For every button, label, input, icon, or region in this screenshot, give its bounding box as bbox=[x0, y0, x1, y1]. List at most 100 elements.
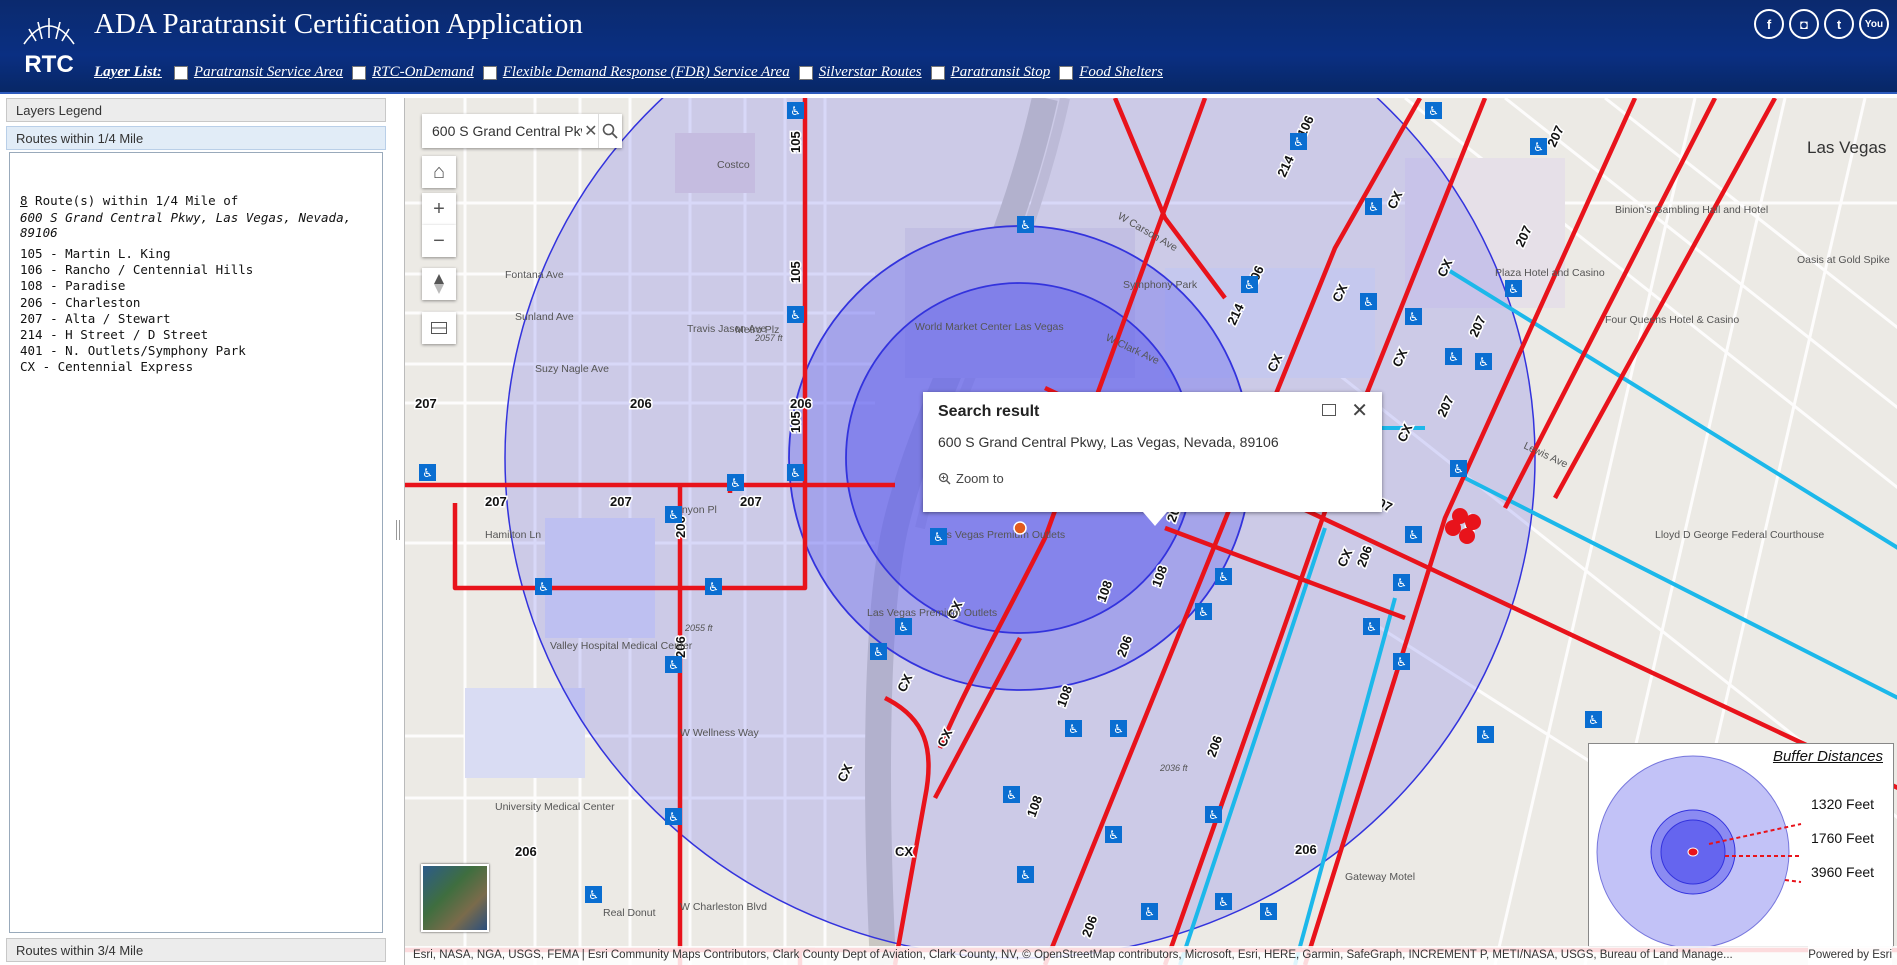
youtube-icon[interactable]: You bbox=[1859, 9, 1889, 39]
panel-splitter[interactable] bbox=[396, 520, 400, 540]
stop-icon: ♿ bbox=[1585, 711, 1602, 728]
checkbox[interactable] bbox=[173, 65, 188, 80]
search-result-popup: Search result ✕ 600 S Grand Central Pkwy… bbox=[923, 392, 1382, 526]
layers-legend-header[interactable]: Layers Legend bbox=[6, 98, 386, 122]
svg-text:♿: ♿ bbox=[1428, 104, 1439, 118]
place-label-valley-hospital: Valley Hospital Medical Center bbox=[550, 640, 693, 652]
route-label-105: 105 bbox=[788, 411, 803, 433]
svg-text:♿: ♿ bbox=[1366, 620, 1377, 634]
stop-icon: ♿ bbox=[1215, 893, 1232, 910]
layer-toggle-paratransit-service-area[interactable]: Paratransit Service Area bbox=[173, 64, 343, 81]
list-item: 206 - Charleston bbox=[20, 294, 141, 310]
layer-list: Layer List: Paratransit Service Area RTC… bbox=[94, 64, 1172, 81]
svg-text:♿: ♿ bbox=[1208, 808, 1219, 822]
checkbox[interactable] bbox=[1059, 65, 1074, 80]
route-label-105: 105 bbox=[788, 131, 803, 153]
svg-text:♿: ♿ bbox=[730, 476, 741, 490]
checkbox[interactable] bbox=[352, 65, 367, 80]
stop-icon: ♿ bbox=[665, 656, 682, 673]
search-icon[interactable] bbox=[597, 114, 622, 148]
routes-quarter-mile-header[interactable]: Routes within 1/4 Mile bbox=[6, 126, 386, 150]
place-label-gold-spike: Oasis at Gold Spike bbox=[1797, 254, 1890, 266]
svg-text:♿: ♿ bbox=[1453, 462, 1464, 476]
zoom-in-button[interactable]: + bbox=[422, 193, 456, 225]
svg-text:♿: ♿ bbox=[1293, 135, 1304, 149]
compass-icon[interactable] bbox=[422, 268, 456, 300]
home-icon[interactable]: ⌂ bbox=[422, 156, 456, 188]
layer-toggle-silverstar-routes[interactable]: Silverstar Routes bbox=[798, 64, 922, 81]
map-view[interactable]: 105 105 105 207 206 206 207 207 207 206 … bbox=[404, 98, 1897, 965]
svg-text:♿: ♿ bbox=[1263, 905, 1274, 919]
list-item: CX - Centennial Express bbox=[20, 359, 194, 375]
zoom-out-button[interactable]: − bbox=[422, 225, 456, 257]
stop-icon: ♿ bbox=[1195, 603, 1212, 620]
stop-icon: ♿ bbox=[535, 578, 552, 595]
place-label-wellness-way: W Wellness Way bbox=[680, 727, 760, 739]
instagram-icon[interactable]: ◘ bbox=[1789, 9, 1819, 39]
basemap-toggle-icon[interactable] bbox=[422, 312, 456, 344]
route-label-206: 206 bbox=[630, 396, 652, 411]
basemap-gallery-thumbnail[interactable] bbox=[421, 864, 489, 932]
search-address: 600 S Grand Central Pkwy, Las Vegas, Nev… bbox=[20, 210, 352, 240]
stop-icon: ♿ bbox=[1241, 276, 1258, 293]
svg-text:♿: ♿ bbox=[1218, 895, 1229, 909]
stop-icon: ♿ bbox=[1393, 574, 1410, 591]
layer-toggle-paratransit-stop[interactable]: Paratransit Stop bbox=[930, 64, 1050, 81]
buffer-label-1760: 1760 Feet bbox=[1811, 830, 1875, 846]
checkbox[interactable] bbox=[482, 65, 497, 80]
popup-title: Search result bbox=[938, 403, 1040, 420]
map-attribution: Esri, NASA, NGA, USGS, FEMA | Esri Commu… bbox=[405, 946, 1897, 965]
powered-by-esri[interactable]: Powered by Esri bbox=[1808, 946, 1892, 965]
stop-icon: ♿ bbox=[665, 506, 682, 523]
stop-icon: ♿ bbox=[787, 102, 804, 119]
stop-icon: ♿ bbox=[1003, 786, 1020, 803]
svg-text:♿: ♿ bbox=[873, 645, 884, 659]
route-label-206: 206 bbox=[515, 844, 537, 859]
twitter-icon[interactable]: t bbox=[1824, 9, 1854, 39]
svg-text:♿: ♿ bbox=[1218, 570, 1229, 584]
stop-icon: ♿ bbox=[1141, 903, 1158, 920]
app-title: ADA Paratransit Certification Applicatio… bbox=[94, 8, 583, 40]
route-label-206: 206 bbox=[790, 396, 812, 411]
left-panel: Layers Legend Routes within 1/4 Mile 8 R… bbox=[6, 98, 386, 965]
svg-text:♿: ♿ bbox=[1363, 295, 1374, 309]
elevation-label: 2057 ft bbox=[754, 333, 783, 343]
checkbox[interactable] bbox=[798, 65, 813, 80]
place-label-umc: University Medical Center bbox=[495, 801, 615, 813]
layer-toggle-rtc-ondemand[interactable]: RTC-OnDemand bbox=[352, 64, 474, 81]
svg-text:♿: ♿ bbox=[1478, 355, 1489, 369]
svg-text:RTC: RTC bbox=[24, 51, 73, 78]
map-search-widget[interactable]: ✕ bbox=[422, 114, 622, 148]
stop-icon: ♿ bbox=[1290, 133, 1307, 150]
zoom-to-button[interactable]: Zoom to bbox=[938, 471, 1004, 486]
close-icon[interactable]: ✕ bbox=[584, 121, 598, 141]
stop-icon: ♿ bbox=[1215, 568, 1232, 585]
layer-toggle-food-shelters[interactable]: Food Shelters bbox=[1059, 64, 1163, 81]
svg-text:♿: ♿ bbox=[1448, 350, 1459, 364]
stop-icon: ♿ bbox=[727, 474, 744, 491]
place-label-plaza: Plaza Hotel and Casino bbox=[1495, 267, 1605, 279]
svg-text:♿: ♿ bbox=[1368, 200, 1379, 214]
close-icon[interactable]: ✕ bbox=[1351, 398, 1368, 423]
buffer-legend-graphic bbox=[1596, 755, 1802, 948]
layer-toggle-fdr-service-area[interactable]: Flexible Demand Response (FDR) Service A… bbox=[482, 64, 790, 81]
search-location-marker[interactable] bbox=[1013, 521, 1027, 535]
routes-three-quarter-mile-header[interactable]: Routes within 3/4 Mile bbox=[6, 938, 386, 962]
svg-text:♿: ♿ bbox=[668, 810, 679, 824]
stop-icon: ♿ bbox=[787, 306, 804, 323]
rtc-logo[interactable]: RTC bbox=[18, 10, 80, 82]
layer-list-title: Layer List: bbox=[94, 64, 162, 80]
svg-text:♿: ♿ bbox=[933, 530, 944, 544]
street-label-suzy: Suzy Nagle Ave bbox=[535, 363, 609, 375]
place-label-symphony-park: Symphony Park bbox=[1123, 279, 1198, 291]
stop-icon: ♿ bbox=[1477, 726, 1494, 743]
search-input[interactable] bbox=[430, 122, 584, 140]
stop-icon: ♿ bbox=[1405, 308, 1422, 325]
place-label-charleston: W Charleston Blvd bbox=[680, 901, 767, 913]
dock-icon[interactable] bbox=[1322, 404, 1336, 416]
svg-text:♿: ♿ bbox=[1113, 722, 1124, 736]
place-label-real-donut: Real Donut bbox=[603, 907, 656, 919]
checkbox[interactable] bbox=[930, 65, 945, 80]
facebook-icon[interactable]: f bbox=[1754, 9, 1784, 39]
list-item: 105 - Martin L. King bbox=[20, 246, 171, 261]
